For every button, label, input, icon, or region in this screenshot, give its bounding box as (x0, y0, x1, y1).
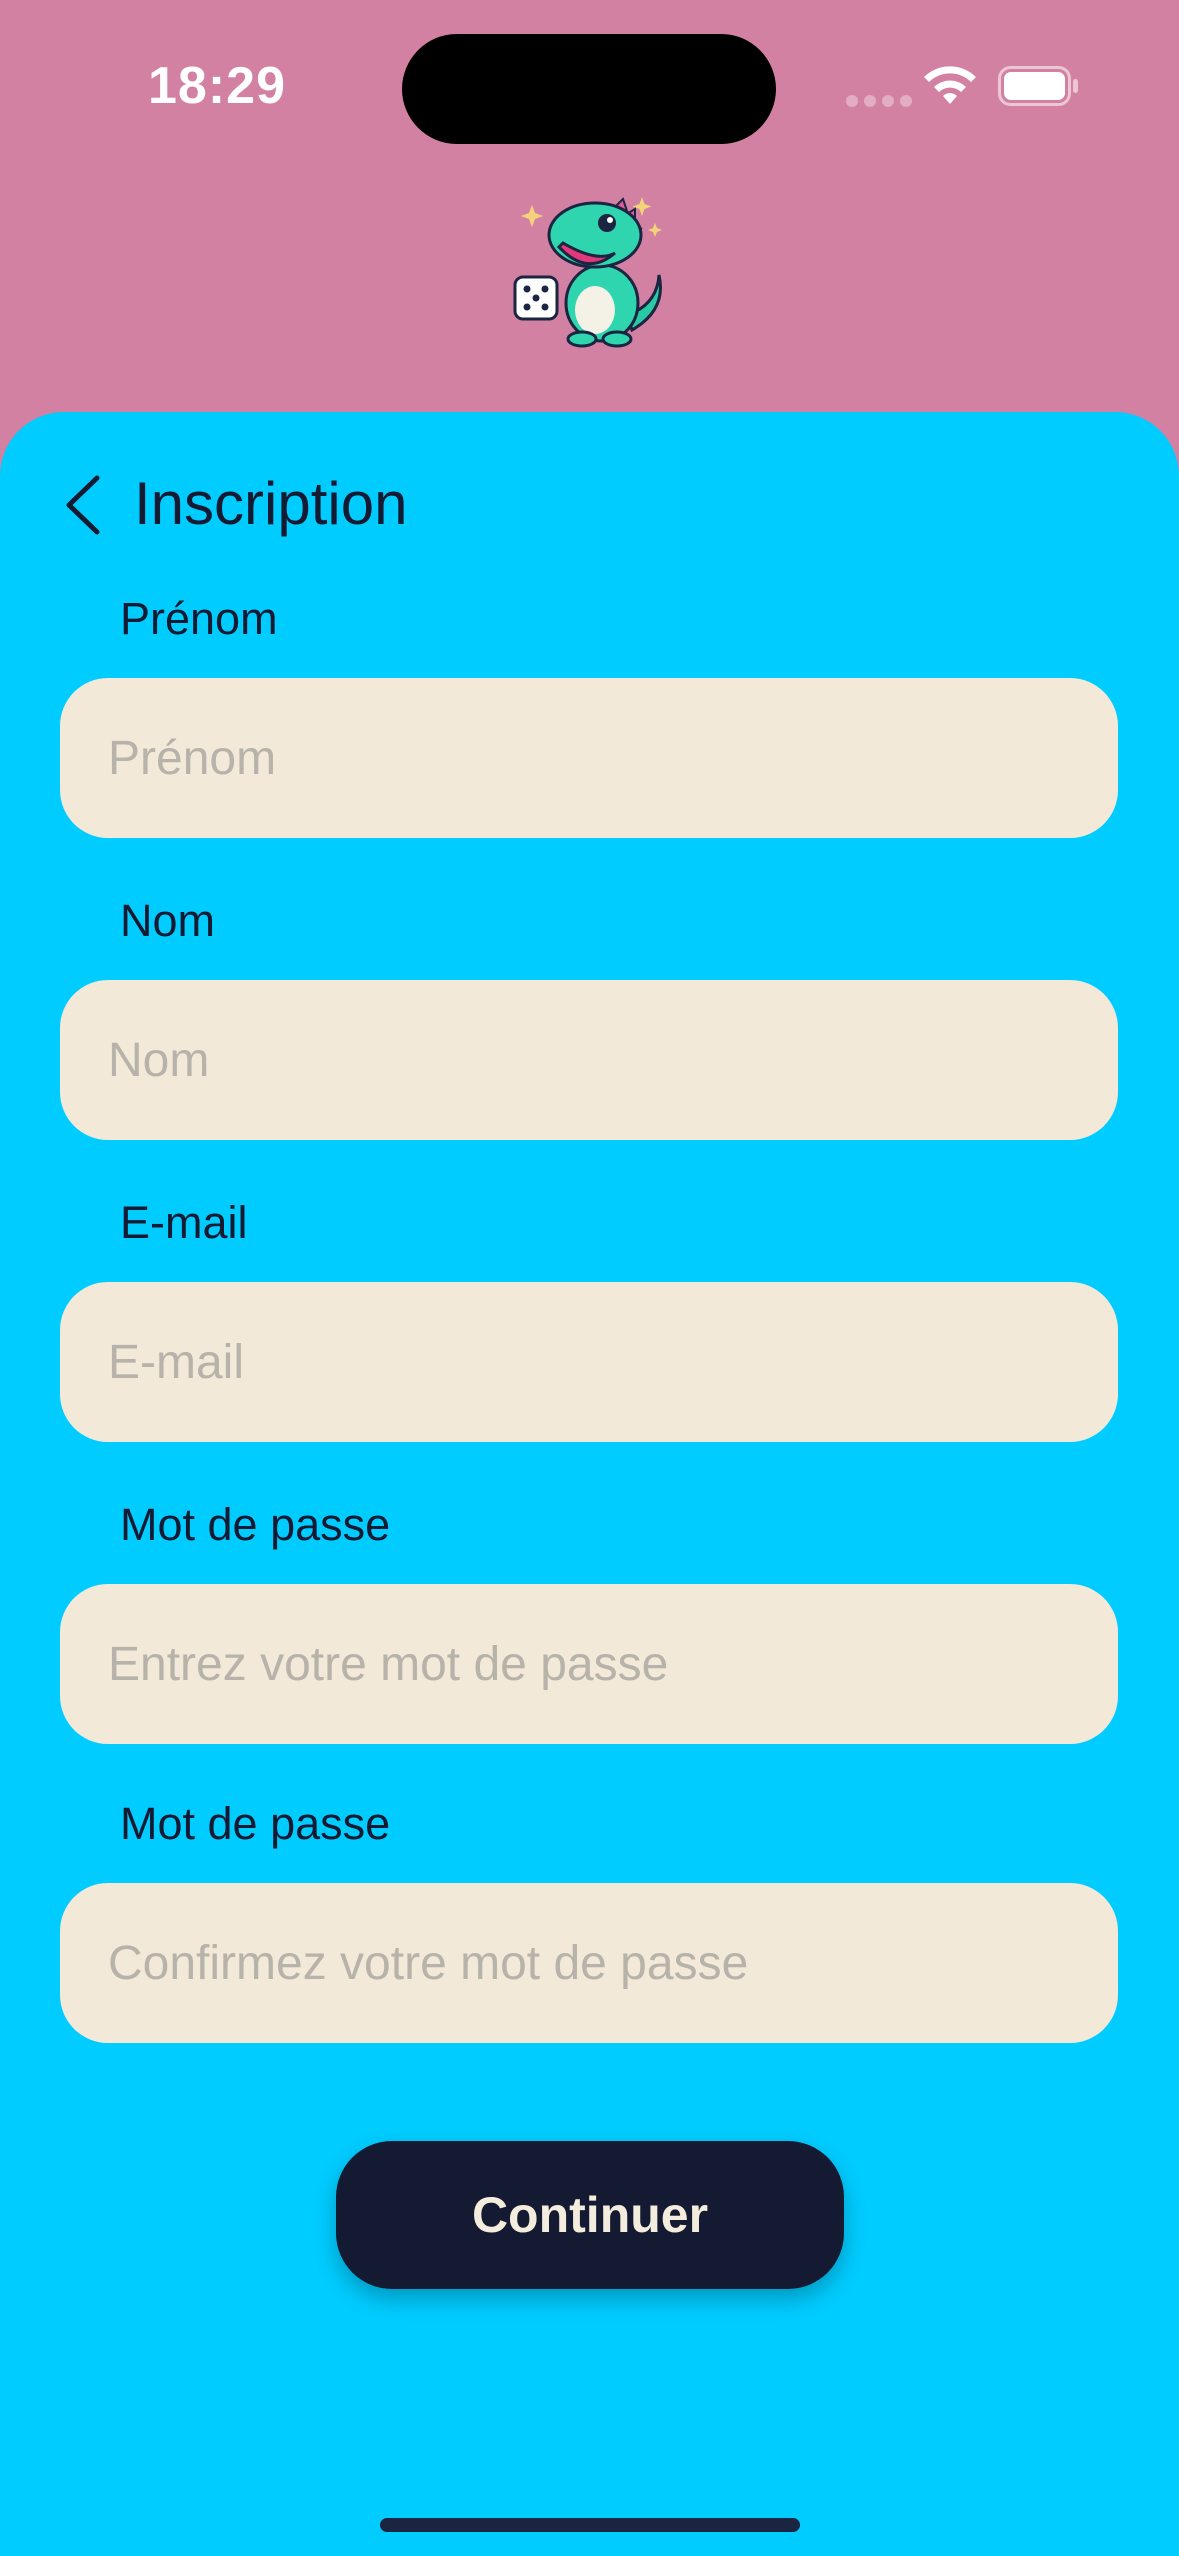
status-time: 18:29 (148, 57, 286, 115)
status-bar: 18:29 (0, 0, 1179, 170)
continue-button[interactable]: Continuer (336, 2141, 844, 2289)
password-confirm-input[interactable] (60, 1883, 1118, 2043)
page-title: Inscription (134, 470, 408, 537)
back-button[interactable] (58, 470, 108, 540)
password-confirm-label: Mot de passe (120, 1798, 391, 1849)
email-label: E-mail (120, 1197, 248, 1248)
first-name-label: Prénom (120, 593, 278, 644)
password-label: Mot de passe (120, 1499, 391, 1550)
chevron-left-icon (66, 475, 100, 535)
wifi-icon (921, 64, 979, 113)
last-name-input[interactable] (60, 980, 1118, 1140)
dinosaur-dice-mascot-icon (507, 185, 672, 350)
dynamic-island (402, 34, 776, 144)
first-name-input[interactable] (60, 678, 1118, 838)
password-input[interactable] (60, 1584, 1118, 1744)
cellular-signal-icon (846, 94, 918, 112)
home-indicator[interactable] (380, 2518, 800, 2532)
email-input[interactable] (60, 1282, 1118, 1442)
last-name-label: Nom (120, 895, 216, 946)
battery-icon (998, 66, 1080, 111)
